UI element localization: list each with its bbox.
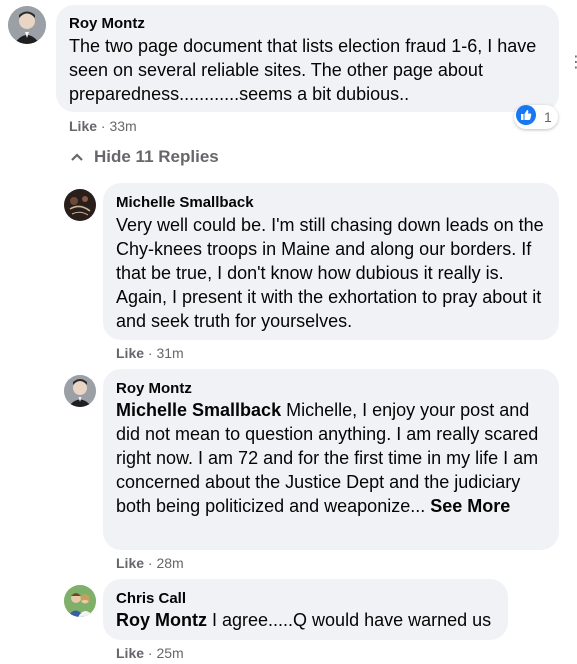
like-button[interactable]: Like <box>116 645 144 661</box>
reply-text: Roy Montz I agree.....Q would have warne… <box>116 608 506 632</box>
like-button[interactable]: Like <box>69 118 97 134</box>
see-more-link[interactable]: See More <box>430 496 510 516</box>
avatar-chris-call[interactable] <box>64 585 96 617</box>
reply-author[interactable]: Roy Montz <box>116 380 192 397</box>
reply-time[interactable]: 28m <box>156 555 183 571</box>
reply-author[interactable]: Chris Call <box>116 590 186 607</box>
reply-author[interactable]: Michelle Smallback <box>116 194 254 211</box>
comment-author[interactable]: Roy Montz <box>69 15 145 32</box>
reply-time[interactable]: 31m <box>156 345 183 361</box>
reply-text: Very well could be. I'm still chasing do… <box>116 215 544 331</box>
hide-replies-toggle[interactable]: Hide 11 Replies <box>70 147 219 167</box>
like-reaction-icon <box>516 104 536 130</box>
hide-replies-label: Hide 11 Replies <box>94 147 219 166</box>
comment-text: The two page document that lists electio… <box>69 36 537 104</box>
comment-time[interactable]: 33m <box>109 118 136 134</box>
reaction-count: 1 <box>544 109 552 125</box>
avatar-michelle-smallback[interactable] <box>64 189 96 221</box>
reply-text: Michelle Smallback Michelle, I enjoy you… <box>116 398 550 518</box>
mention-tag[interactable]: Michelle Smallback <box>116 400 281 420</box>
chevron-up-icon <box>70 147 84 167</box>
avatar-roy-montz[interactable] <box>8 6 46 44</box>
reply-time[interactable]: 25m <box>156 645 183 661</box>
reaction-summary[interactable]: 1 <box>514 104 558 130</box>
mention-tag[interactable]: Roy Montz <box>116 610 207 630</box>
reply-meta: Like · 28m <box>116 555 184 571</box>
more-options-icon[interactable]: ⋮ <box>568 52 577 72</box>
reply-meta: Like · 25m <box>116 645 184 661</box>
like-button[interactable]: Like <box>116 555 144 571</box>
like-button[interactable]: Like <box>116 345 144 361</box>
reply-meta: Like · 31m <box>116 345 184 361</box>
comment-meta: Like · 33m <box>69 118 137 134</box>
reply-body: I agree.....Q would have warned us <box>212 610 492 630</box>
avatar-roy-montz[interactable] <box>64 375 96 407</box>
